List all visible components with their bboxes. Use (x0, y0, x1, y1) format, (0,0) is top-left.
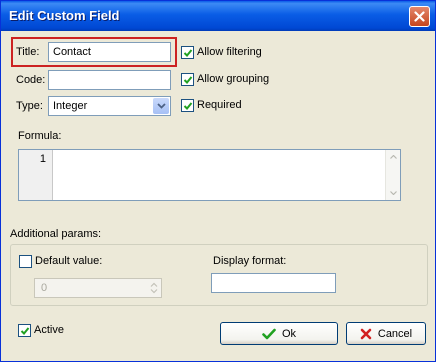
title-input[interactable]: Contact (48, 42, 171, 62)
ok-button[interactable]: Ok (220, 322, 338, 345)
line-number: 1 (39, 153, 46, 165)
active-label: Active (34, 324, 64, 336)
allow-filtering-checkbox[interactable] (181, 46, 194, 59)
allow-filtering-label: Allow filtering (197, 46, 262, 58)
title-label: Title: (16, 46, 40, 58)
additional-params-label: Additional params: (10, 228, 102, 240)
scroll-up-button[interactable] (386, 150, 400, 164)
scroll-down-button[interactable] (386, 186, 400, 200)
ok-check-icon (262, 328, 276, 339)
formula-scrollbar[interactable] (385, 150, 400, 200)
spinner-arrows-icon (150, 282, 158, 294)
window-title: Edit Custom Field (9, 8, 120, 23)
default-value-spinner: 0 (34, 278, 162, 298)
code-input[interactable] (48, 70, 171, 90)
display-format-label: Display format: (213, 255, 287, 267)
active-checkbox[interactable] (18, 324, 31, 337)
type-selected-value: Integer (53, 100, 88, 112)
type-dropdown-button[interactable] (153, 98, 169, 114)
check-icon (183, 102, 193, 110)
type-label: Type: (16, 100, 43, 112)
allow-grouping-label: Allow grouping (197, 73, 270, 85)
cancel-button[interactable]: Cancel (346, 322, 426, 345)
formula-label: Formula: (18, 130, 62, 142)
default-value: 0 (41, 282, 48, 294)
allow-grouping-checkbox[interactable] (181, 73, 194, 86)
formula-editor[interactable]: 1 (18, 149, 401, 201)
required-checkbox[interactable] (181, 99, 194, 112)
combo-arrow-icon (156, 103, 166, 109)
title-bar[interactable]: Edit Custom Field (1, 1, 435, 31)
check-icon (20, 327, 30, 335)
type-select[interactable]: Integer (48, 96, 171, 116)
close-icon (414, 11, 425, 22)
cancel-label: Cancel (377, 327, 413, 340)
default-value-checkbox[interactable] (19, 255, 32, 268)
code-label: Code: (16, 74, 46, 86)
ok-label: Ok (281, 327, 297, 340)
check-icon (183, 49, 193, 57)
cancel-x-icon (360, 328, 372, 339)
display-format-input[interactable] (211, 273, 336, 293)
check-icon (183, 76, 193, 84)
edit-custom-field-dialog: Edit Custom Field Title: Contact Code: T… (0, 0, 436, 362)
close-button[interactable] (409, 6, 430, 27)
required-label: Required (197, 99, 242, 111)
formula-gutter: 1 (19, 150, 53, 200)
chevron-down-icon (389, 191, 397, 195)
chevron-up-icon (389, 155, 397, 159)
default-value-label: Default value: (35, 255, 103, 267)
